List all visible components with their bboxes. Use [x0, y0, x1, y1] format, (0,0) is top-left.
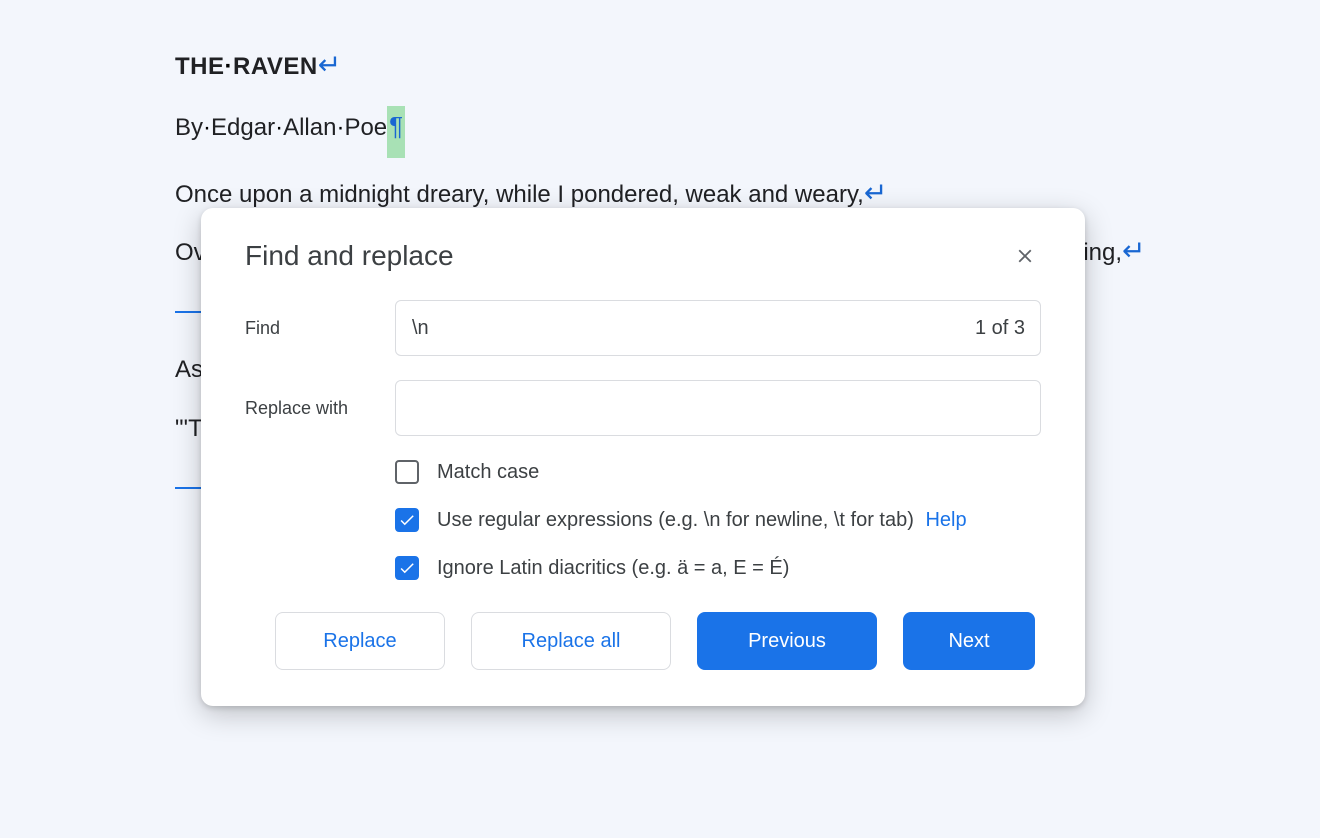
regex-option: Use regular expressions (e.g. \n for new… — [395, 508, 1041, 532]
previous-button[interactable]: Previous — [697, 612, 877, 670]
check-icon — [398, 511, 416, 529]
line-text: Once upon a midnight dreary, while I pon… — [175, 181, 864, 208]
author-line: By·Edgar·Allan·Poe¶ — [175, 106, 1185, 148]
diacritics-checkbox[interactable] — [395, 556, 419, 580]
author-word-3: Allan — [283, 114, 336, 141]
author-word-2: Edgar — [211, 114, 275, 141]
newline-icon: ↵ — [1122, 237, 1145, 265]
next-button[interactable]: Next — [903, 612, 1035, 670]
find-row: Find 1 of 3 — [245, 300, 1041, 356]
find-result-count: 1 of 3 — [975, 300, 1025, 356]
line-fragment: "'T — [175, 415, 203, 442]
regex-help-link[interactable]: Help — [925, 509, 966, 531]
close-button[interactable] — [1009, 240, 1041, 272]
regex-label-text: Use regular expressions (e.g. \n for new… — [437, 509, 914, 531]
title-word-2: RAVEN — [233, 53, 318, 80]
author-word-4: Poe — [344, 114, 387, 141]
regex-checkbox[interactable] — [395, 508, 419, 532]
find-input[interactable] — [395, 300, 1041, 356]
match-case-label: Match case — [437, 461, 539, 484]
replace-input-wrap — [395, 380, 1041, 436]
dialog-title: Find and replace — [245, 240, 454, 272]
replace-label: Replace with — [245, 398, 395, 419]
search-highlight: ¶ — [387, 106, 405, 158]
dialog-button-row: Replace Replace all Previous Next — [245, 612, 1041, 670]
replace-row: Replace with — [245, 380, 1041, 436]
options-group: Match case Use regular expressions (e.g.… — [395, 460, 1041, 580]
author-word-1: By — [175, 114, 203, 141]
title-word-1: THE — [175, 53, 225, 80]
regex-label: Use regular expressions (e.g. \n for new… — [437, 509, 967, 532]
document-title: THE·RAVEN↵ — [175, 48, 1185, 86]
line-fragment: As — [175, 356, 203, 383]
newline-icon: ↵ — [864, 179, 887, 207]
close-icon — [1014, 245, 1036, 267]
find-label: Find — [245, 318, 395, 339]
match-case-checkbox[interactable] — [395, 460, 419, 484]
diacritics-option: Ignore Latin diacritics (e.g. ä = a, E =… — [395, 556, 1041, 580]
newline-icon: ↵ — [318, 51, 342, 79]
replace-button[interactable]: Replace — [275, 612, 445, 670]
diacritics-label: Ignore Latin diacritics (e.g. ä = a, E =… — [437, 557, 789, 580]
check-icon — [398, 559, 416, 577]
replace-all-button[interactable]: Replace all — [471, 612, 671, 670]
find-replace-dialog: Find and replace Find 1 of 3 Replace wit… — [201, 208, 1085, 706]
replace-input[interactable] — [395, 380, 1041, 436]
find-input-wrap: 1 of 3 — [395, 300, 1041, 356]
pilcrow-icon: ¶ — [389, 106, 403, 148]
dialog-header: Find and replace — [245, 240, 1041, 272]
match-case-option: Match case — [395, 460, 1041, 484]
